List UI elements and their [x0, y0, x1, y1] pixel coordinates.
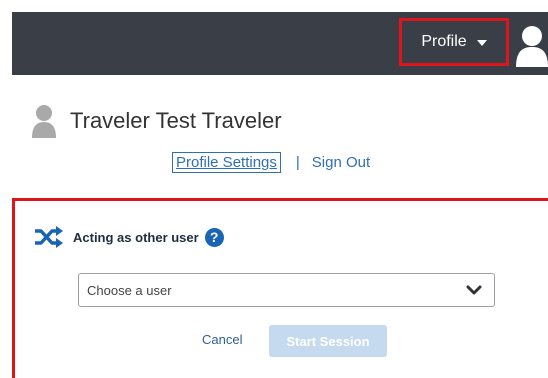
- profile-menu-button[interactable]: Profile: [399, 18, 509, 66]
- user-avatar-icon[interactable]: [514, 22, 548, 67]
- chevron-down-icon: [476, 40, 487, 46]
- acting-header: Acting as other user ?: [34, 226, 224, 248]
- sign-out-link[interactable]: Sign Out: [312, 154, 370, 171]
- acting-as-other-user-panel: Acting as other user ? Choose a user Can…: [12, 198, 548, 378]
- user-avatar-icon: [32, 105, 56, 138]
- profile-settings-link[interactable]: Profile Settings: [172, 152, 281, 173]
- acting-title: Acting as other user: [73, 229, 199, 245]
- start-session-button[interactable]: Start Session: [269, 325, 387, 357]
- user-name: Traveler Test Traveler: [70, 108, 282, 133]
- cancel-button[interactable]: Cancel: [202, 332, 242, 347]
- profile-menu-label: Profile: [421, 33, 467, 50]
- chevron-down-icon: [466, 285, 482, 295]
- choose-user-placeholder: Choose a user: [87, 282, 172, 298]
- account-links: Profile Settings | Sign Out: [172, 152, 370, 173]
- current-user: Traveler Test Traveler: [31, 104, 282, 138]
- question-circle-icon[interactable]: ?: [204, 227, 224, 247]
- help-icon-glyph: ?: [209, 229, 219, 245]
- shuffle-icon: [35, 226, 63, 248]
- link-separator: |: [295, 154, 300, 171]
- choose-user-select[interactable]: Choose a user: [78, 273, 495, 307]
- top-navigation-bar: Profile: [12, 12, 548, 75]
